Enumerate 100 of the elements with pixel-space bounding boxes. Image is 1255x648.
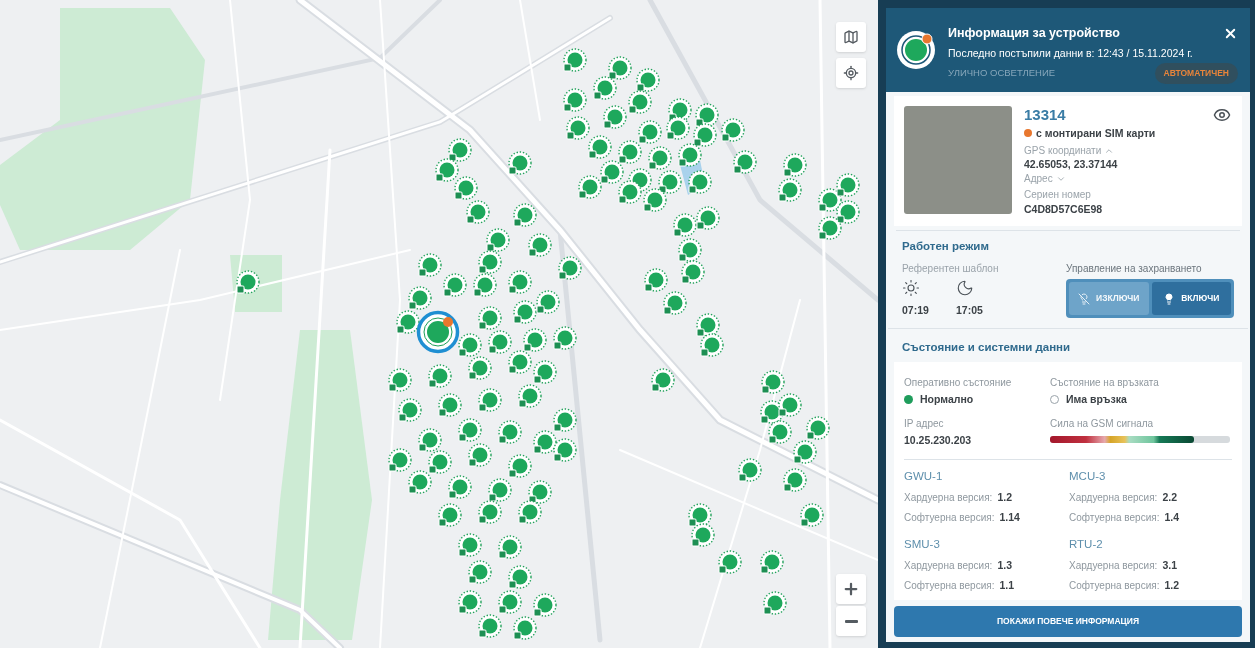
map-marker-icon[interactable] (408, 286, 432, 310)
map-marker-icon[interactable] (508, 270, 532, 294)
map-marker-icon[interactable] (458, 418, 482, 442)
map-marker-icon[interactable] (721, 118, 745, 142)
map-marker-icon[interactable] (588, 135, 612, 159)
map-marker-icon[interactable] (618, 180, 642, 204)
map-marker-icon[interactable] (408, 470, 432, 494)
map-marker-icon[interactable] (498, 420, 522, 444)
map-marker-icon[interactable] (566, 116, 590, 140)
map-marker-icon[interactable] (553, 326, 577, 350)
map-marker-icon[interactable] (236, 270, 260, 294)
map-marker-icon[interactable] (458, 590, 482, 614)
map-marker-icon[interactable] (681, 260, 705, 284)
map-marker-icon[interactable] (478, 500, 502, 524)
map-marker-icon[interactable] (628, 90, 652, 114)
map-marker-icon[interactable] (718, 550, 742, 574)
map-marker-icon[interactable] (438, 503, 462, 527)
map-marker-icon[interactable] (806, 416, 830, 440)
map-marker-icon[interactable] (533, 593, 557, 617)
map-marker-icon[interactable] (508, 565, 532, 589)
map-marker-icon[interactable] (478, 388, 502, 412)
map-marker-icon[interactable] (563, 48, 587, 72)
map-marker-icon[interactable] (800, 503, 824, 527)
zoom-out-button[interactable] (836, 606, 866, 636)
map-marker-icon[interactable] (388, 448, 412, 472)
map-marker-icon[interactable] (763, 591, 787, 615)
map-marker-icon[interactable] (783, 153, 807, 177)
map-marker-icon[interactable] (636, 68, 660, 92)
map-marker-icon[interactable] (563, 88, 587, 112)
zoom-in-button[interactable] (836, 574, 866, 604)
map-marker-icon[interactable] (793, 440, 817, 464)
map-marker-icon[interactable] (688, 503, 712, 527)
selected-marker-icon[interactable] (416, 308, 462, 354)
map-marker-icon[interactable] (478, 250, 502, 274)
map-marker-icon[interactable] (428, 450, 452, 474)
map-marker-icon[interactable] (513, 203, 537, 227)
map-marker-icon[interactable] (523, 328, 547, 352)
map-marker-icon[interactable] (448, 138, 472, 162)
map-marker-icon[interactable] (418, 428, 442, 452)
map-marker-icon[interactable] (761, 370, 785, 394)
map-marker-icon[interactable] (738, 458, 762, 482)
gps-toggle[interactable]: GPS координати (1024, 144, 1102, 157)
map-marker-icon[interactable] (513, 616, 537, 640)
map-marker-icon[interactable] (695, 103, 719, 127)
map-marker-icon[interactable] (603, 105, 627, 129)
map-marker-icon[interactable] (663, 291, 687, 315)
map-marker-icon[interactable] (688, 170, 712, 194)
map-marker-icon[interactable] (398, 398, 422, 422)
map-marker-icon[interactable] (488, 478, 512, 502)
map-marker-icon[interactable] (533, 360, 557, 384)
map-marker-icon[interactable] (768, 420, 792, 444)
map-marker-icon[interactable] (388, 368, 412, 392)
map-marker-icon[interactable] (438, 393, 462, 417)
map-marker-icon[interactable] (760, 550, 784, 574)
map-marker-icon[interactable] (533, 430, 557, 454)
view-button[interactable] (1212, 106, 1232, 124)
map-marker-icon[interactable] (528, 480, 552, 504)
map-marker-icon[interactable] (818, 216, 842, 240)
map-marker-icon[interactable] (468, 560, 492, 584)
locate-button[interactable] (836, 58, 866, 88)
map-marker-icon[interactable] (454, 176, 478, 200)
map-marker-icon[interactable] (498, 535, 522, 559)
map-marker-icon[interactable] (435, 158, 459, 182)
power-option[interactable]: ИЗКЛЮЧИ (1069, 282, 1149, 315)
map-marker-icon[interactable] (528, 233, 552, 257)
show-more-button[interactable]: ПОКАЖИ ПОВЕЧЕ ИНФОРМАЦИЯ (894, 606, 1242, 637)
map-marker-icon[interactable] (644, 268, 668, 292)
map-marker-icon[interactable] (643, 188, 667, 212)
map-marker-icon[interactable] (638, 120, 662, 144)
map-layers-button[interactable] (836, 22, 866, 52)
map-marker-icon[interactable] (696, 206, 720, 230)
map-marker-icon[interactable] (518, 384, 542, 408)
map-marker-icon[interactable] (553, 408, 577, 432)
map-marker-icon[interactable] (783, 468, 807, 492)
map-marker-icon[interactable] (836, 173, 860, 197)
map-marker-icon[interactable] (578, 175, 602, 199)
map-marker-icon[interactable] (478, 306, 502, 330)
map-marker-icon[interactable] (418, 253, 442, 277)
map-marker-icon[interactable] (836, 200, 860, 224)
map-marker-icon[interactable] (458, 333, 482, 357)
map-marker-icon[interactable] (508, 151, 532, 175)
map-marker-icon[interactable] (778, 178, 802, 202)
map-marker-icon[interactable] (508, 350, 532, 374)
map-marker-icon[interactable] (618, 140, 642, 164)
map-marker-icon[interactable] (558, 256, 582, 280)
map-marker-icon[interactable] (478, 614, 502, 638)
map-marker-icon[interactable] (508, 454, 532, 478)
map-marker-icon[interactable] (673, 213, 697, 237)
map-marker-icon[interactable] (396, 310, 420, 334)
map-marker-icon[interactable] (593, 76, 617, 100)
map-marker-icon[interactable] (448, 475, 472, 499)
map-marker-icon[interactable] (498, 590, 522, 614)
address-toggle[interactable]: Адрес (1024, 172, 1053, 185)
map-marker-icon[interactable] (678, 143, 702, 167)
map-marker-icon[interactable] (733, 150, 757, 174)
map-marker-icon[interactable] (651, 368, 675, 392)
map-marker-icon[interactable] (666, 116, 690, 140)
map-marker-icon[interactable] (700, 333, 724, 357)
map-marker-icon[interactable] (513, 300, 537, 324)
map-marker-icon[interactable] (608, 56, 632, 80)
